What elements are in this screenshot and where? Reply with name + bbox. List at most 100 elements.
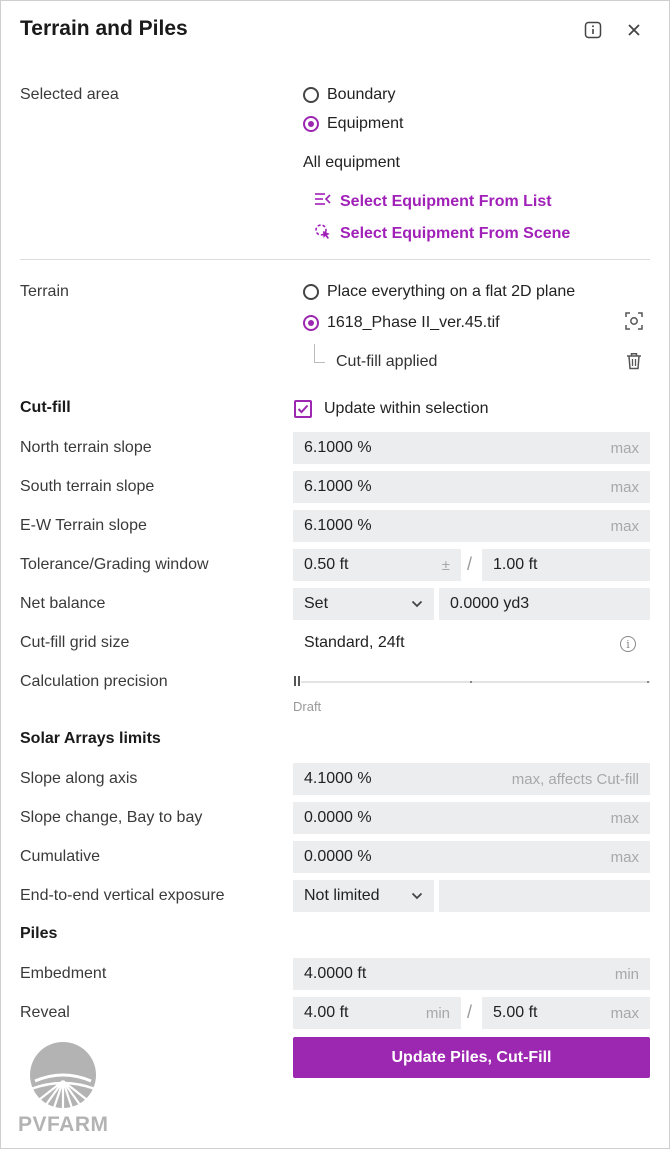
radio-circle [303, 284, 319, 300]
equipment-summary: All equipment [303, 154, 400, 171]
net-balance-select-value: Set [304, 595, 329, 612]
cumulative-label: Cumulative [20, 848, 101, 865]
north-slope-input[interactable]: 6.1000 % max [293, 432, 650, 464]
bay-to-bay-label: Slope change, Bay to bay [20, 809, 203, 826]
select-from-scene-link[interactable]: Select Equipment From Scene [314, 223, 570, 244]
cutfill-applied-label: Cut-fill applied [336, 353, 438, 370]
radio-circle [303, 87, 319, 103]
radio-equipment[interactable]: Equipment [303, 115, 404, 133]
precision-slider-thumb[interactable] [293, 676, 301, 688]
select-from-list-label: Select Equipment From List [340, 192, 552, 210]
ew-slope-hint: max [610, 517, 639, 535]
info-icon[interactable]: i [620, 636, 636, 652]
south-slope-hint: max [610, 478, 639, 496]
info-icon[interactable] [584, 21, 602, 39]
south-slope-label: South terrain slope [20, 478, 155, 495]
tree-connector [314, 344, 325, 363]
select-cursor-icon [314, 223, 332, 244]
net-balance-input[interactable]: 0.0000 yd3 [439, 588, 650, 620]
precision-label: Calculation precision [20, 673, 168, 690]
tolerance-label: Tolerance/Grading window [20, 556, 209, 573]
net-balance-label: Net balance [20, 595, 106, 612]
reveal-min-input[interactable]: 4.00 ft min [293, 997, 461, 1029]
reveal-label: Reveal [20, 1004, 70, 1021]
chevron-down-icon [411, 887, 423, 905]
radio-circle-selected [303, 315, 319, 331]
bay-to-bay-value: 0.0000 % [304, 809, 372, 826]
exposure-select[interactable]: Not limited [293, 880, 434, 912]
ew-slope-input[interactable]: 6.1000 % max [293, 510, 650, 542]
tolerance-value: 0.50 ft [304, 556, 349, 573]
net-balance-select[interactable]: Set [293, 588, 434, 620]
cumulative-value: 0.0000 % [304, 848, 372, 865]
select-from-list-link[interactable]: Select Equipment From List [314, 192, 552, 211]
north-slope-value: 6.1000 % [304, 439, 372, 456]
slider-tick [647, 681, 649, 683]
slope-axis-input[interactable]: 4.1000 % max, affects Cut-fill [293, 763, 650, 795]
separator-slash: / [467, 554, 473, 574]
embedment-input[interactable]: 4.0000 ft min [293, 958, 650, 990]
panel-title: Terrain and Piles [20, 17, 188, 40]
ew-slope-value: 6.1000 % [304, 517, 372, 534]
north-slope-hint: max [610, 439, 639, 457]
piles-section-title: Piles [20, 925, 58, 942]
close-icon[interactable] [625, 21, 643, 39]
south-slope-input[interactable]: 6.1000 % max [293, 471, 650, 503]
exposure-input[interactable] [439, 880, 650, 912]
checkbox-checked [294, 400, 312, 418]
precision-value-label: Draft [293, 699, 322, 714]
reveal-max-hint: max [610, 1004, 639, 1022]
cumulative-hint: max [610, 848, 639, 866]
select-from-scene-label: Select Equipment From Scene [340, 224, 571, 242]
radio-flat-plane-label: Place everything on a flat 2D plane [327, 283, 576, 300]
radio-boundary-label: Boundary [327, 86, 396, 103]
embedment-value: 4.0000 ft [304, 965, 367, 982]
embedment-label: Embedment [20, 965, 107, 982]
plus-minus-sign: ± [441, 556, 450, 574]
radio-terrain-file-label: 1618_Phase II_ver.45.tif [327, 314, 500, 331]
reveal-min-hint: min [425, 1004, 450, 1022]
selected-area-label: Selected area [20, 86, 119, 103]
grading-window-value: 1.00 ft [493, 556, 538, 573]
grid-size-value: Standard, 24ft [304, 634, 405, 651]
tolerance-input[interactable]: 0.50 ft ± [293, 549, 461, 581]
radio-terrain-file[interactable]: 1618_Phase II_ver.45.tif [303, 314, 500, 332]
select-list-icon [314, 192, 332, 211]
slope-axis-value: 4.1000 % [304, 770, 372, 787]
trash-icon[interactable] [626, 352, 642, 375]
pvfarm-logo-icon [23, 1041, 103, 1114]
bay-to-bay-input[interactable]: 0.0000 % max [293, 802, 650, 834]
reveal-max-input[interactable]: 5.00 ft max [482, 997, 650, 1029]
reveal-max-value: 5.00 ft [493, 1004, 538, 1021]
focus-icon[interactable] [624, 311, 644, 336]
update-within-selection-checkbox[interactable]: Update within selection [294, 400, 489, 418]
slider-tick [470, 681, 472, 683]
radio-flat-plane[interactable]: Place everything on a flat 2D plane [303, 283, 575, 301]
update-within-selection-label: Update within selection [324, 400, 489, 417]
pvfarm-logo-text: PVFARM [18, 1113, 109, 1136]
reveal-min-value: 4.00 ft [304, 1004, 349, 1021]
radio-circle-selected [303, 116, 319, 132]
chevron-down-icon [411, 595, 423, 613]
embedment-hint: min [614, 965, 639, 983]
cutfill-section-title: Cut-fill [20, 399, 71, 416]
slope-axis-hint: max, affects Cut-fill [511, 770, 639, 788]
separator-slash: / [467, 1002, 473, 1022]
terrain-label: Terrain [20, 283, 69, 300]
radio-boundary[interactable]: Boundary [303, 86, 396, 104]
grid-size-label: Cut-fill grid size [20, 634, 130, 651]
exposure-label: End-to-end vertical exposure [20, 887, 225, 904]
slope-axis-label: Slope along axis [20, 770, 138, 787]
exposure-select-value: Not limited [304, 887, 380, 904]
radio-equipment-label: Equipment [327, 115, 404, 132]
net-balance-value: 0.0000 yd3 [450, 595, 530, 612]
section-divider [20, 259, 650, 260]
terrain-and-piles-panel: Terrain and Piles Selected area Boundary… [0, 0, 670, 1149]
ew-slope-label: E-W Terrain slope [20, 517, 147, 534]
cumulative-input[interactable]: 0.0000 % max [293, 841, 650, 873]
update-piles-cutfill-button[interactable]: Update Piles, Cut-Fill [293, 1037, 650, 1078]
grading-window-input[interactable]: 1.00 ft [482, 549, 650, 581]
bay-to-bay-hint: max [610, 809, 639, 827]
north-slope-label: North terrain slope [20, 439, 152, 456]
solar-section-title: Solar Arrays limits [20, 730, 161, 747]
